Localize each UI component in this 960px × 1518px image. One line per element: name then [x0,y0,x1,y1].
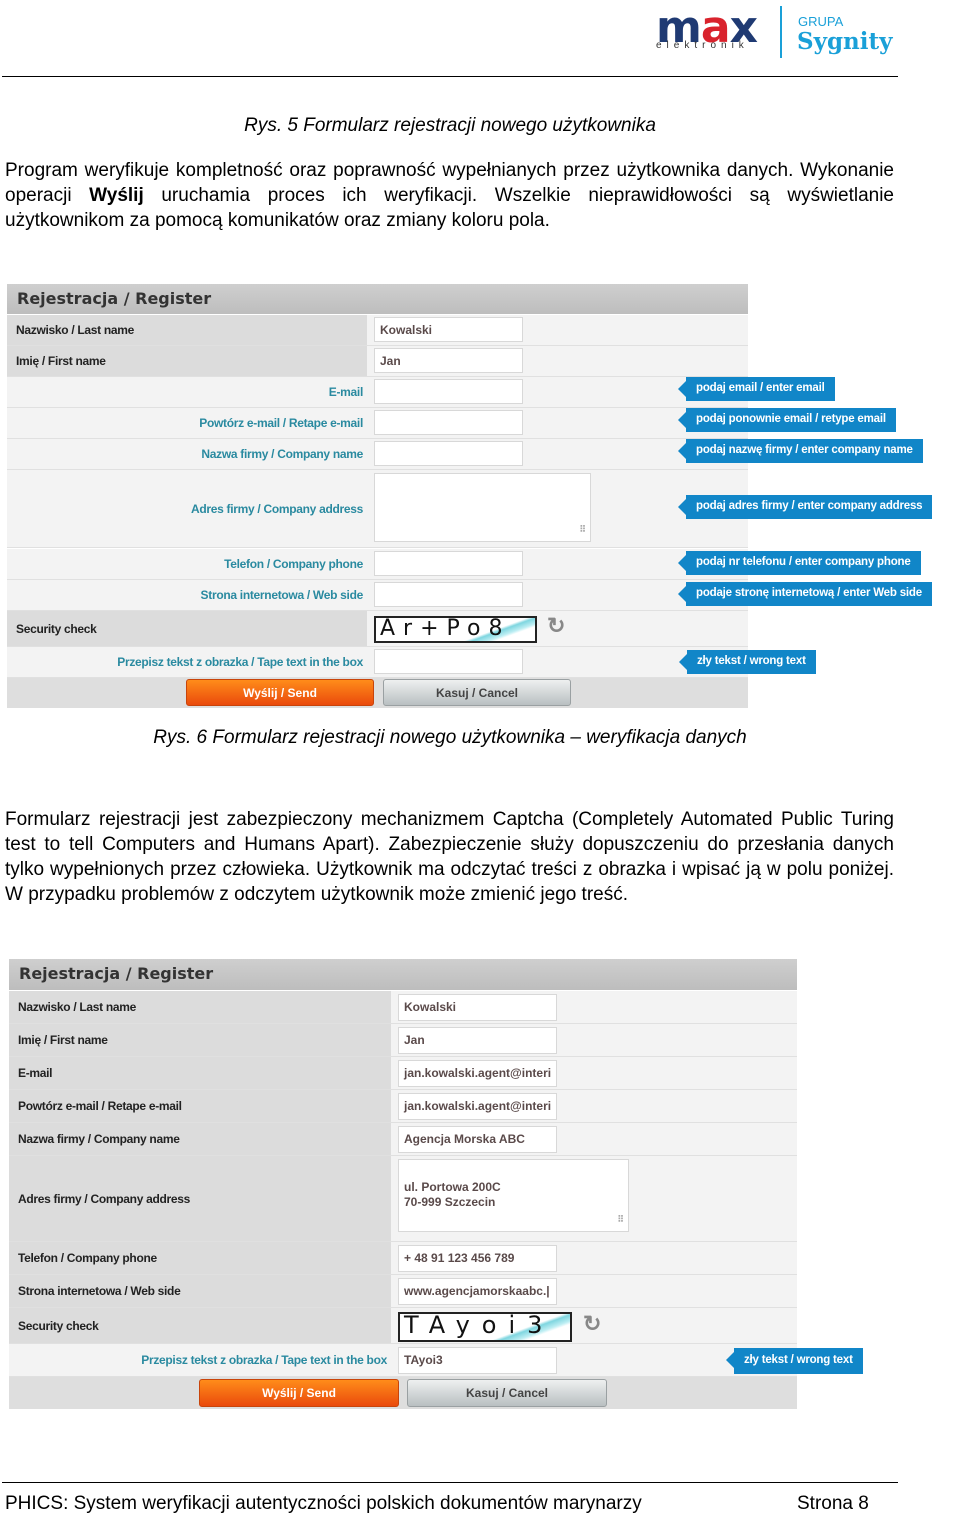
logo-divider [780,6,782,58]
row-phone: Telefon / Company phone [7,549,748,580]
label-website: Strona internetowa / Web side [7,580,367,610]
company-address-textarea[interactable]: ⠿ [374,473,591,542]
row-captcha-input: Przepisz tekst z obrazka / Tape text in … [9,1344,797,1377]
label-company-address: Adres firmy / Company address [7,470,367,547]
error-tooltip-email-retype: podaj ponownie email / retype email [678,408,896,432]
row-captcha-input: Przepisz tekst z obrazka / Tape text in … [7,647,748,678]
logo-subtitle: elektronik [656,40,749,51]
row-email: E-mail [7,377,748,408]
error-tooltip-captcha: zły tekst / wrong text [679,650,816,674]
last-name-input[interactable]: Kowalski [398,994,557,1021]
label-captcha-input: Przepisz tekst z obrazka / Tape text in … [9,1344,391,1376]
captcha-image: TAyoi3 [398,1312,572,1342]
refresh-captcha-icon[interactable]: ↻ [547,613,565,639]
error-tooltip-company-address: podaj adres firmy / enter company addres… [677,495,933,519]
first-name-input[interactable]: Jan [398,1027,557,1054]
resize-handle-icon[interactable]: ⠿ [617,1212,624,1227]
row-company-name: Nazwa firmy / Company name [7,439,748,470]
email-retype-input[interactable]: jan.kowalski.agent@interi [398,1093,557,1120]
row-security-check: Security check Ar+Po8 ↻ [7,611,748,647]
row-last-name: Nazwisko / Last name Kowalski [7,315,748,346]
error-tooltip-email: podaj email / enter email [678,377,835,401]
footer-document-title: PHICS: System weryfikacji autentyczności… [5,1493,642,1514]
partner-prefix: GRUPA [798,14,844,29]
refresh-captcha-icon[interactable]: ↻ [583,1311,601,1337]
label-first-name: Imię / First name [9,1024,391,1056]
label-email: E-mail [9,1057,391,1089]
paragraph-bold-send: Wyślij [89,185,144,206]
cancel-button[interactable]: Kasuj / Cancel [407,1379,607,1407]
label-last-name: Nazwisko / Last name [9,991,391,1023]
cancel-button[interactable]: Kasuj / Cancel [383,679,571,706]
error-tooltip-captcha: zły tekst / wrong text [726,1348,863,1374]
label-security-check: Security check [7,611,367,646]
company-name-input[interactable] [374,441,523,466]
label-phone: Telefon / Company phone [7,549,367,579]
header-logos: max elektronik GRUPA Sygnity [650,6,900,62]
website-input[interactable]: www.agencjamorskaabc.| [398,1278,557,1305]
captcha-input[interactable] [374,649,523,674]
label-captcha-input: Przepisz tekst z obrazka / Tape text in … [7,647,367,677]
first-name-input[interactable]: Jan [374,348,523,373]
send-button[interactable]: Wyślij / Send [186,679,374,706]
button-bar: Wyślij / Send Kasuj / Cancel [9,1377,797,1409]
register-form-empty: Rejestracja / Register Nazwisko / Last n… [7,284,955,709]
form-title: Rejestracja / Register [9,959,797,990]
row-first-name: Imię / First name Jan [9,1024,797,1057]
form-title: Rejestracja / Register [7,284,748,314]
row-website: Strona internetowa / Web side www.agencj… [9,1275,797,1308]
figure-caption-5: Rys. 5 Formularz rejestracji nowego użyt… [244,115,656,136]
label-security-check: Security check [9,1308,391,1343]
label-email-retype: Powtórz e-mail / Retape e-mail [9,1090,391,1122]
paragraph-captcha: Formularz rejestracji jest zabezpieczony… [5,809,894,905]
resize-handle-icon[interactable]: ⠿ [579,522,586,537]
phone-input[interactable]: + 48 91 123 456 789 [398,1245,557,1272]
label-last-name: Nazwisko / Last name [7,315,367,345]
phone-input[interactable] [374,551,523,576]
paragraph-validation: Program weryfikuje kompletność oraz popr… [5,158,894,233]
captcha-text: Ar+Po8 [380,616,511,641]
label-phone: Telefon / Company phone [9,1242,391,1274]
company-address-textarea[interactable]: ul. Portowa 200C 70-999 Szczecin ⠿ [398,1159,629,1232]
label-first-name: Imię / First name [7,346,367,376]
email-retype-input[interactable] [374,410,523,435]
error-tooltip-company-name: podaj nazwę firmy / enter company name [678,439,923,463]
row-company-address: Adres firmy / Company address ul. Portow… [9,1156,797,1242]
error-tooltip-website: podaje stronę internetową / enter Web si… [678,582,932,606]
row-email-retype: Powtórz e-mail / Retape e-mail jan.kowal… [9,1090,797,1123]
error-tooltip-phone: podaj nr telefonu / enter company phone [678,551,921,575]
footer-page-number: Strona 8 [797,1493,869,1514]
email-input[interactable] [374,379,523,404]
send-button[interactable]: Wyślij / Send [199,1379,399,1407]
address-value: ul. Portowa 200C 70-999 Szczecin [404,1180,501,1209]
row-phone: Telefon / Company phone + 48 91 123 456 … [9,1242,797,1275]
row-company-name: Nazwa firmy / Company name Agencja Morsk… [9,1123,797,1156]
label-company-name: Nazwa firmy / Company name [7,439,367,469]
label-website: Strona internetowa / Web side [9,1275,391,1307]
captcha-image: Ar+Po8 [374,616,537,643]
figure-caption-6: Rys. 6 Formularz rejestracji nowego użyt… [153,727,747,748]
label-email: E-mail [7,377,367,407]
row-first-name: Imię / First name Jan [7,346,748,377]
row-website: Strona internetowa / Web side [7,580,748,611]
row-email-retype: Powtórz e-mail / Retape e-mail [7,408,748,439]
label-company-address: Adres firmy / Company address [9,1156,391,1241]
company-name-input[interactable]: Agencja Morska ABC [398,1126,557,1153]
row-last-name: Nazwisko / Last name Kowalski [9,991,797,1024]
label-company-name: Nazwa firmy / Company name [9,1123,391,1155]
last-name-input[interactable]: Kowalski [374,317,523,342]
captcha-input[interactable]: TAyoi3 [398,1347,557,1374]
email-input[interactable]: jan.kowalski.agent@interi [398,1060,557,1087]
row-email: E-mail jan.kowalski.agent@interi [9,1057,797,1090]
footer-rule [2,1482,898,1483]
label-email-retype: Powtórz e-mail / Retape e-mail [7,408,367,438]
sygnity-logo: Sygnity [797,28,893,55]
button-bar: Wyślij / Send Kasuj / Cancel [7,678,748,708]
website-input[interactable] [374,582,523,607]
register-form-filled: Rejestracja / Register Nazwisko / Last n… [9,959,897,1411]
captcha-text: TAyoi3 [404,1312,555,1339]
header-rule [2,76,898,77]
row-security-check: Security check TAyoi3 ↻ [9,1308,797,1344]
row-company-address: Adres firmy / Company address ⠿ [7,470,748,548]
